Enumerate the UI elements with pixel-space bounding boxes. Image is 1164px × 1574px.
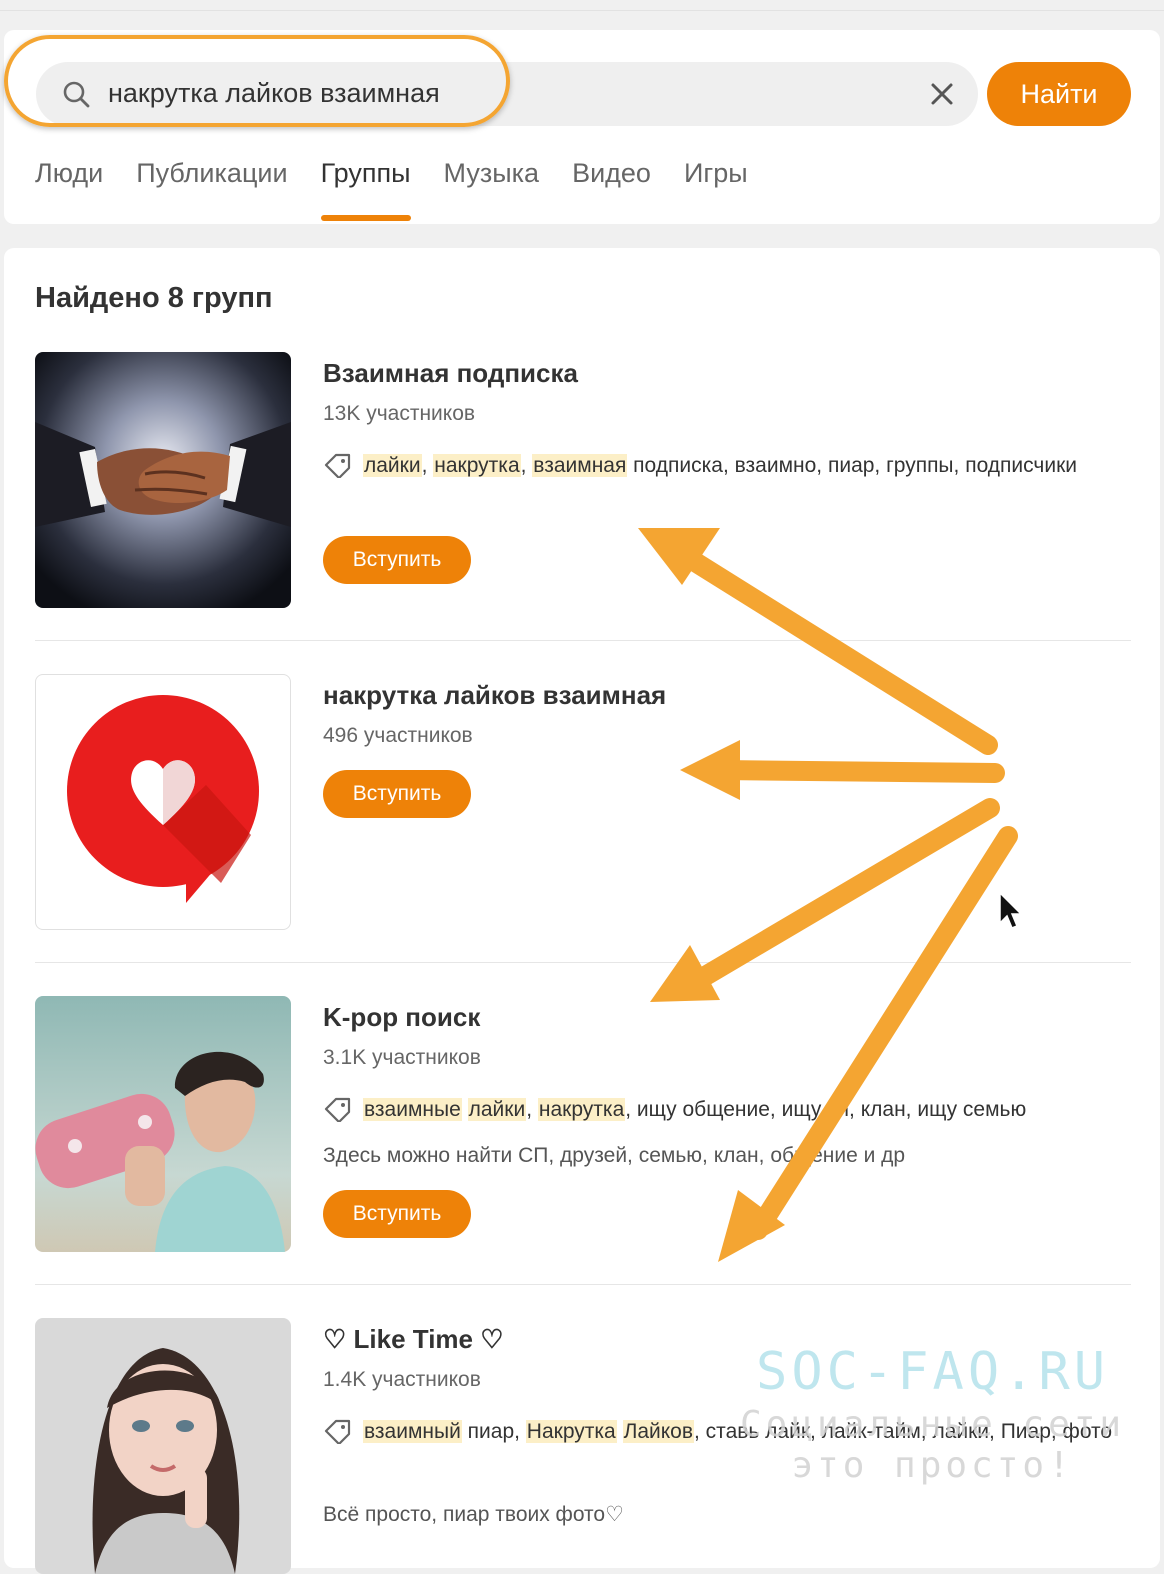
tag-separator: , [526, 1098, 538, 1121]
group-name[interactable]: ♡ Like Time ♡ [323, 1324, 504, 1355]
portrait-photo[interactable] [35, 1318, 291, 1574]
group-name[interactable]: накрутка лайков взаимная [323, 680, 666, 711]
tab-music[interactable]: Музыка [444, 158, 540, 189]
tag-separator: , [520, 454, 533, 477]
tag-list[interactable]: подписка, взаимно, пиар, группы, подписч… [627, 454, 1077, 477]
tag-highlight[interactable]: накрутка [433, 454, 521, 477]
handshake-image[interactable] [35, 352, 291, 608]
watermark: SOC-FAQ.RU Социальные сети это просто! [740, 1342, 1125, 1486]
tab-people[interactable]: Люди [35, 158, 103, 189]
group-description: Здесь можно найти СП, друзей, семью, кла… [323, 1144, 906, 1167]
search-tabs: Люди Публикации Группы Музыка Видео Игры [35, 158, 781, 221]
results-title: Найдено 8 групп [35, 282, 273, 314]
group-name[interactable]: Взаимная подписка [323, 358, 578, 389]
tag-separator [617, 1420, 623, 1443]
tab-groups[interactable]: Группы [320, 158, 411, 221]
watermark-line-1: SOC-FAQ.RU [756, 1342, 1110, 1402]
tag-separator: , [421, 454, 434, 477]
tab-games[interactable]: Игры [684, 158, 748, 189]
search-panel: накрутка лайков взаимная Найти Люди Публ… [4, 30, 1160, 224]
tag-highlight[interactable]: взаимная [532, 454, 628, 477]
join-button[interactable]: Вступить [323, 1190, 471, 1238]
tag-list[interactable]: , ищу общение, ищу сп, клан, ищу семью [625, 1098, 1026, 1121]
top-separator [0, 0, 1164, 11]
divider [35, 640, 1131, 641]
tag-highlight[interactable]: Накрутка [525, 1420, 617, 1443]
watermark-line-2: Социальные сети [740, 1404, 1126, 1445]
group-members: 496 участников [323, 724, 473, 747]
tag-icon [324, 1097, 351, 1122]
tag-separator: пиар, [461, 1420, 526, 1443]
close-icon[interactable] [928, 80, 956, 108]
heart-speech-bubble-logo[interactable] [35, 674, 291, 930]
tag-highlight[interactable]: лайки [363, 454, 422, 477]
group-members: 13K участников [323, 402, 476, 425]
tag-separator [462, 1098, 468, 1121]
person-with-skateboard-photo[interactable] [35, 996, 291, 1252]
tab-video[interactable]: Видео [572, 158, 651, 189]
tag-highlight[interactable]: лайки [467, 1098, 527, 1121]
watermark-line-3: это просто! [791, 1445, 1074, 1486]
tab-publications[interactable]: Публикации [136, 158, 287, 189]
annotation-highlight-ring [4, 35, 510, 127]
group-members: 1.4K участников [323, 1368, 481, 1391]
tag-highlight[interactable]: взаимные [363, 1098, 462, 1121]
divider [35, 962, 1131, 963]
group-description: Всё просто, пиар твоих фото♡ [323, 1503, 624, 1526]
tag-highlight[interactable]: взаимный [363, 1420, 462, 1443]
group-name[interactable]: K-pop поиск [323, 1002, 480, 1033]
tag-icon [324, 1419, 351, 1444]
join-button[interactable]: Вступить [323, 770, 471, 818]
group-members: 3.1K участников [323, 1046, 481, 1069]
find-button[interactable]: Найти [987, 62, 1131, 126]
tag-highlight[interactable]: накрутка [537, 1098, 626, 1121]
tag-icon [324, 453, 351, 478]
group-tags: лайки, накрутка, взаимная подписка, взаи… [323, 448, 1123, 484]
join-button[interactable]: Вступить [323, 536, 471, 584]
tag-highlight[interactable]: Лайков [622, 1420, 695, 1443]
divider [35, 1284, 1131, 1285]
group-tags: взаимные лайки, накрутка, ищу общение, и… [323, 1092, 1143, 1128]
